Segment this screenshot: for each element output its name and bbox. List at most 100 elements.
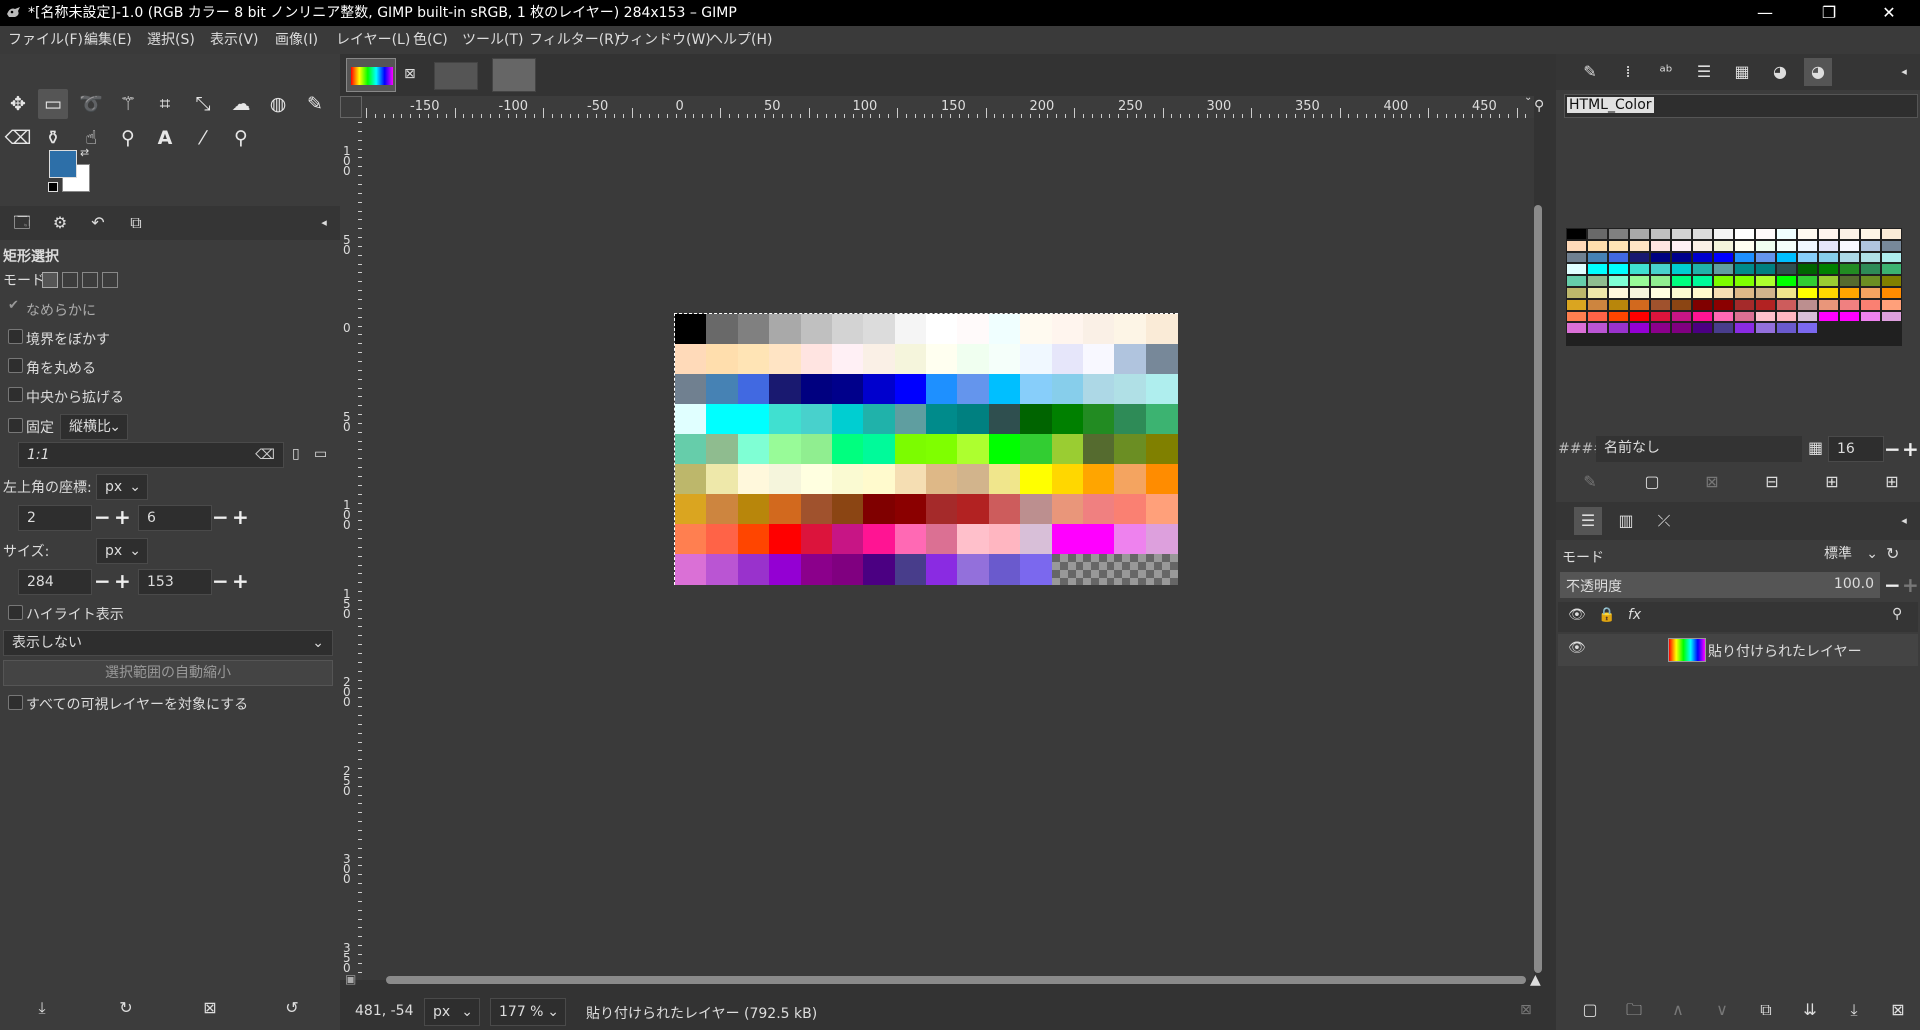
palette-swatch[interactable]: [1671, 239, 1692, 252]
palette-swatch[interactable]: [1608, 298, 1629, 311]
menu-file[interactable]: ファイル(F): [8, 26, 83, 54]
palette-swatch[interactable]: [1755, 310, 1776, 323]
size-h-decrement-icon[interactable]: −: [212, 571, 229, 591]
palette-swatch[interactable]: [1713, 263, 1734, 276]
palette-swatch[interactable]: [1713, 298, 1734, 311]
palette-swatch[interactable]: [1860, 310, 1881, 323]
mode-replace-icon[interactable]: [42, 272, 58, 288]
ruler-corner[interactable]: [340, 96, 362, 118]
zoom-all-palette-icon[interactable]: ⊞: [1878, 468, 1906, 496]
menu-view[interactable]: 表示(V): [210, 26, 259, 54]
palette-swatch[interactable]: [1776, 310, 1797, 323]
default-colors-icon[interactable]: [48, 182, 58, 192]
palette-swatch[interactable]: [1650, 298, 1671, 311]
zoom-image-icon[interactable]: ⚲: [1534, 98, 1544, 114]
shrink-merged-checkbox[interactable]: [8, 695, 23, 710]
restore-button[interactable]: ❐: [1800, 0, 1858, 26]
auto-shrink-button[interactable]: 選択範囲の自動縮小: [3, 660, 333, 686]
document-history-tab-icon[interactable]: ☰: [1690, 58, 1718, 86]
palette-swatch[interactable]: [1797, 239, 1818, 252]
palette-swatch[interactable]: [1776, 239, 1797, 252]
palette-swatch[interactable]: [1587, 287, 1608, 299]
palette-swatch[interactable]: [1587, 298, 1608, 311]
image-layer[interactable]: [674, 313, 1178, 585]
palette-swatch[interactable]: [1797, 298, 1818, 311]
palette-swatch[interactable]: [1650, 263, 1671, 276]
image-tab-active[interactable]: [346, 58, 396, 92]
palette-swatch[interactable]: [1629, 263, 1650, 276]
palette-swatch[interactable]: [1713, 287, 1734, 299]
dock-menu-icon[interactable]: ◂: [1890, 507, 1918, 535]
pos-x-increment-icon[interactable]: +: [114, 507, 131, 527]
horizontal-scrollbar[interactable]: [386, 976, 1526, 984]
raise-layer-icon[interactable]: ∧: [1664, 996, 1692, 1024]
new-color-icon[interactable]: ▢: [1638, 468, 1666, 496]
menu-filters[interactable]: フィルター(R): [529, 26, 619, 54]
dock-menu-icon[interactable]: ◂: [1890, 58, 1918, 86]
tool-options-tab-icon[interactable]: 🗔: [8, 209, 36, 237]
save-options-icon[interactable]: ⤓: [28, 994, 56, 1022]
palette-swatch[interactable]: [1881, 239, 1902, 252]
palette-swatch[interactable]: [1776, 275, 1797, 287]
fuzzy-select-tool-icon[interactable]: ⚚: [113, 89, 143, 119]
palette-swatch[interactable]: [1587, 310, 1608, 323]
opacity-increment-icon[interactable]: +: [1902, 575, 1919, 595]
undo-history-tab-icon[interactable]: ↶: [84, 209, 112, 237]
columns-increment-icon[interactable]: +: [1902, 439, 1919, 459]
palette-swatch[interactable]: [1839, 263, 1860, 276]
palette-swatch[interactable]: [1629, 287, 1650, 299]
palette-swatch[interactable]: [1671, 310, 1692, 323]
palette-swatch[interactable]: [1587, 275, 1608, 287]
visibility-header-icon[interactable]: 👁: [1568, 607, 1586, 623]
palette-swatch[interactable]: [1860, 298, 1881, 311]
fonts-tab-icon[interactable]: ᵃᵇ: [1652, 58, 1680, 86]
palette-swatch[interactable]: [1839, 287, 1860, 299]
delete-options-icon[interactable]: ⊠: [196, 994, 224, 1022]
palette-swatch[interactable]: [1587, 251, 1608, 264]
palette-swatch[interactable]: [1818, 228, 1839, 240]
palette-swatch[interactable]: [1713, 310, 1734, 323]
landscape-icon[interactable]: ▭: [314, 446, 327, 462]
palette-swatch[interactable]: [1566, 239, 1587, 252]
zoom-tool-icon[interactable]: ⚲: [226, 123, 256, 153]
palettes-tab-icon[interactable]: ◕: [1766, 58, 1794, 86]
crop-tool-icon[interactable]: ⌗: [150, 89, 180, 119]
effects-header-icon[interactable]: fx: [1628, 607, 1641, 623]
new-layer-group-icon[interactable]: 🗀: [1620, 996, 1648, 1024]
palette-swatch[interactable]: [1860, 251, 1881, 264]
palette-swatch[interactable]: [1629, 275, 1650, 287]
palette-grid[interactable]: [1566, 228, 1902, 346]
menu-select[interactable]: 選択(S): [147, 26, 195, 54]
edit-color-icon[interactable]: ✎: [1576, 468, 1604, 496]
palette-swatch[interactable]: [1671, 287, 1692, 299]
palette-swatch[interactable]: [1671, 275, 1692, 287]
palette-swatch[interactable]: [1671, 228, 1692, 240]
palette-swatch[interactable]: [1608, 275, 1629, 287]
layer-mask-icon[interactable]: ⤓: [1840, 996, 1868, 1024]
palette-swatch[interactable]: [1650, 310, 1671, 323]
image-tab-2[interactable]: [434, 62, 478, 90]
palette-swatch[interactable]: [1734, 310, 1755, 323]
chevron-down-icon[interactable]: ⌄: [1524, 92, 1532, 103]
restore-options-icon[interactable]: ↻: [112, 994, 140, 1022]
palette-swatch[interactable]: [1671, 263, 1692, 276]
duplicate-layer-icon[interactable]: ⧉: [1752, 996, 1780, 1024]
palette-swatch[interactable]: [1755, 239, 1776, 252]
palette-swatch[interactable]: [1566, 275, 1587, 287]
palette-swatch[interactable]: [1881, 298, 1902, 311]
palette-swatch[interactable]: [1629, 228, 1650, 240]
size-unit-select[interactable]: px ⌄: [96, 538, 148, 564]
palette-swatch[interactable]: [1776, 298, 1797, 311]
palette-swatch[interactable]: [1839, 275, 1860, 287]
palette-swatch[interactable]: [1650, 239, 1671, 252]
bucket-fill-tool-icon[interactable]: ◍: [263, 89, 293, 119]
columns-input[interactable]: 16: [1828, 436, 1884, 462]
palette-swatch[interactable]: [1692, 251, 1713, 264]
move-tool-icon[interactable]: ✥: [3, 89, 33, 119]
size-w-decrement-icon[interactable]: −: [94, 571, 111, 591]
palette-swatch[interactable]: [1839, 228, 1860, 240]
palette-swatch[interactable]: [1608, 263, 1629, 276]
menu-help[interactable]: ヘルプ(H): [709, 26, 772, 54]
palette-swatch[interactable]: [1734, 263, 1755, 276]
palette-swatch[interactable]: [1797, 228, 1818, 240]
